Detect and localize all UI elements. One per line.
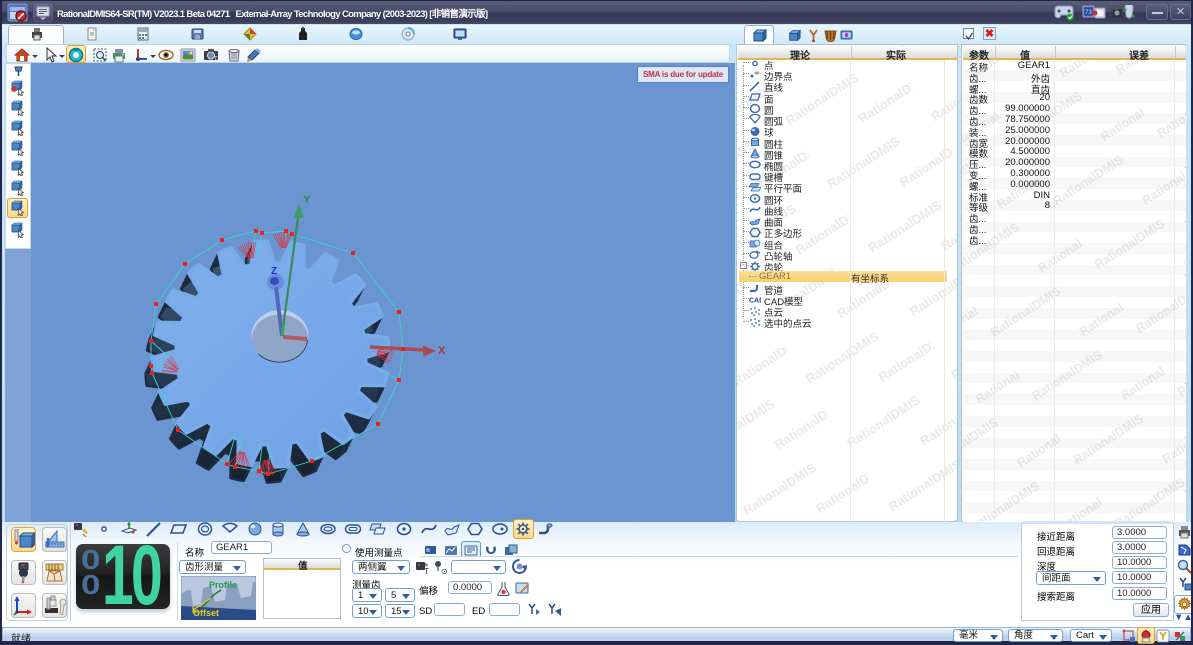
svg-text:⊙: ⊙ xyxy=(441,567,448,575)
svg-text:73: 73 xyxy=(1085,10,1092,16)
svg-text:X: X xyxy=(438,345,446,357)
svg-text:T: T xyxy=(424,567,429,575)
svg-text:CAD: CAD xyxy=(749,298,761,305)
svg-text:Profile: Profile xyxy=(209,580,237,590)
svg-text:Y: Y xyxy=(303,194,311,206)
svg-text:Offset: Offset xyxy=(193,608,219,618)
svg-text:Z: Z xyxy=(271,266,277,277)
